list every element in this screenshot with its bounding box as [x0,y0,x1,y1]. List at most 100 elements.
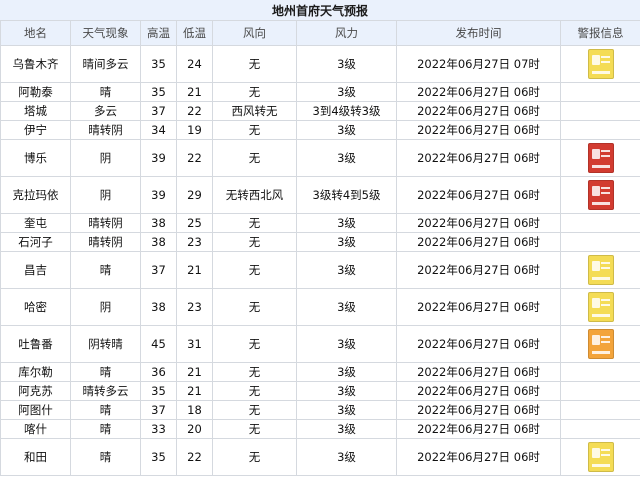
wind-force-cell: 3级 [296,232,397,252]
table-row: 吐鲁番 阴转晴 45 31 无 3级 2022年06月27日 06时 [0,325,640,363]
warning-badge-icon[interactable] [587,255,614,285]
publish-time-cell: 2022年06月27日 06时 [396,101,561,121]
publish-time-cell: 2022年06月27日 06时 [396,213,561,233]
high-temp-cell: 45 [140,325,177,363]
weather-cell: 晴 [70,419,141,439]
low-temp-cell: 22 [176,438,213,476]
table-row: 阿勒泰晴 35 21 无 3级 2022年06月27日 06时 [0,82,640,102]
alert-cell [560,232,640,252]
city-cell: 库尔勒 [0,362,71,382]
weather-cell: 阴 [70,288,141,326]
wind-force-cell: 3级 [296,400,397,420]
table-row: 阿图什晴 37 18 无 3级 2022年06月27日 06时 [0,400,640,420]
alert-cell [560,45,640,83]
wind-direction-cell: 无 [212,82,297,102]
warning-badge-icon[interactable] [587,143,614,173]
wind-force-cell: 3级 [296,251,397,289]
city-cell: 乌鲁木齐 [0,45,71,83]
alert-cell [560,82,640,102]
publish-time-cell: 2022年06月27日 07时 [396,45,561,83]
alert-cell [560,400,640,420]
alert-cell [560,101,640,121]
header-low: 低温 [176,20,213,46]
high-temp-cell: 38 [140,288,177,326]
warning-badge-icon[interactable] [587,329,614,359]
weather-cell: 晴间多云 [70,45,141,83]
wind-force-cell: 3级 [296,120,397,140]
city-cell: 伊宁 [0,120,71,140]
wind-force-cell: 3级 [296,381,397,401]
low-temp-cell: 22 [176,139,213,177]
high-temp-cell: 38 [140,213,177,233]
wind-force-cell: 3级 [296,419,397,439]
warning-badge-icon[interactable] [587,292,614,322]
weather-cell: 晴转阴 [70,120,141,140]
wind-direction-cell: 无 [212,362,297,382]
low-temp-cell: 20 [176,419,213,439]
warning-badge-icon[interactable] [587,49,614,79]
weather-cell: 阴 [70,176,141,214]
alert-cell [560,438,640,476]
city-cell: 阿图什 [0,400,71,420]
table-row: 乌鲁木齐 晴间多云 35 24 无 3级 2022年06月27日 07时 [0,45,640,83]
high-temp-cell: 37 [140,251,177,289]
low-temp-cell: 31 [176,325,213,363]
high-temp-cell: 35 [140,381,177,401]
wind-direction-cell: 无 [212,120,297,140]
city-cell: 昌吉 [0,251,71,289]
wind-direction-cell: 无 [212,139,297,177]
city-cell: 克拉玛依 [0,176,71,214]
low-temp-cell: 25 [176,213,213,233]
alert-cell [560,362,640,382]
low-temp-cell: 24 [176,45,213,83]
high-temp-cell: 36 [140,362,177,382]
forecast-table: 地名 天气现象 高温 低温 风向 风力 发布时间 警报信息 乌鲁木齐 晴间多云 35… [0,20,640,476]
alert-cell [560,325,640,363]
header-wind-force: 风力 [296,20,397,46]
low-temp-cell: 21 [176,362,213,382]
high-temp-cell: 35 [140,45,177,83]
high-temp-cell: 38 [140,232,177,252]
low-temp-cell: 21 [176,251,213,289]
city-cell: 吐鲁番 [0,325,71,363]
table-row: 昌吉晴 37 21 无 3级 2022年06月27日 06时 [0,251,640,289]
alert-cell [560,139,640,177]
low-temp-cell: 23 [176,288,213,326]
wind-force-cell: 3级 [296,139,397,177]
table-header-row: 地名 天气现象 高温 低温 风向 风力 发布时间 警报信息 [0,20,640,46]
city-cell: 石河子 [0,232,71,252]
wind-direction-cell: 无 [212,288,297,326]
wind-force-cell: 3级转4到5级 [296,176,397,214]
city-cell: 博乐 [0,139,71,177]
low-temp-cell: 18 [176,400,213,420]
weather-cell: 晴转阴 [70,213,141,233]
warning-badge-icon[interactable] [587,442,614,472]
weather-cell: 晴 [70,438,141,476]
high-temp-cell: 39 [140,139,177,177]
wind-direction-cell: 无 [212,381,297,401]
table-row: 哈密阴 38 23 无 3级 2022年06月27日 06时 [0,288,640,326]
wind-direction-cell: 无 [212,45,297,83]
publish-time-cell: 2022年06月27日 06时 [396,232,561,252]
weather-cell: 阴 [70,139,141,177]
alert-cell [560,176,640,214]
weather-cell: 阴转晴 [70,325,141,363]
wind-direction-cell: 无 [212,251,297,289]
wind-force-cell: 3到4级转3级 [296,101,397,121]
alert-cell [560,213,640,233]
low-temp-cell: 21 [176,381,213,401]
city-cell: 阿克苏 [0,381,71,401]
publish-time-cell: 2022年06月27日 06时 [396,288,561,326]
city-cell: 和田 [0,438,71,476]
publish-time-cell: 2022年06月27日 06时 [396,381,561,401]
warning-badge-icon[interactable] [587,180,614,210]
table-row: 博乐阴 39 22 无 3级 2022年06月27日 06时 [0,139,640,177]
alert-cell [560,120,640,140]
wind-direction-cell: 无 [212,400,297,420]
header-high: 高温 [140,20,177,46]
forecast-panel: 地州首府天气预报 地名 天气现象 高温 低温 风向 风力 发布时间 警报信息 乌… [0,0,640,500]
wind-direction-cell: 无 [212,213,297,233]
high-temp-cell: 35 [140,438,177,476]
page-title: 地州首府天气预报 [0,0,640,21]
low-temp-cell: 19 [176,120,213,140]
